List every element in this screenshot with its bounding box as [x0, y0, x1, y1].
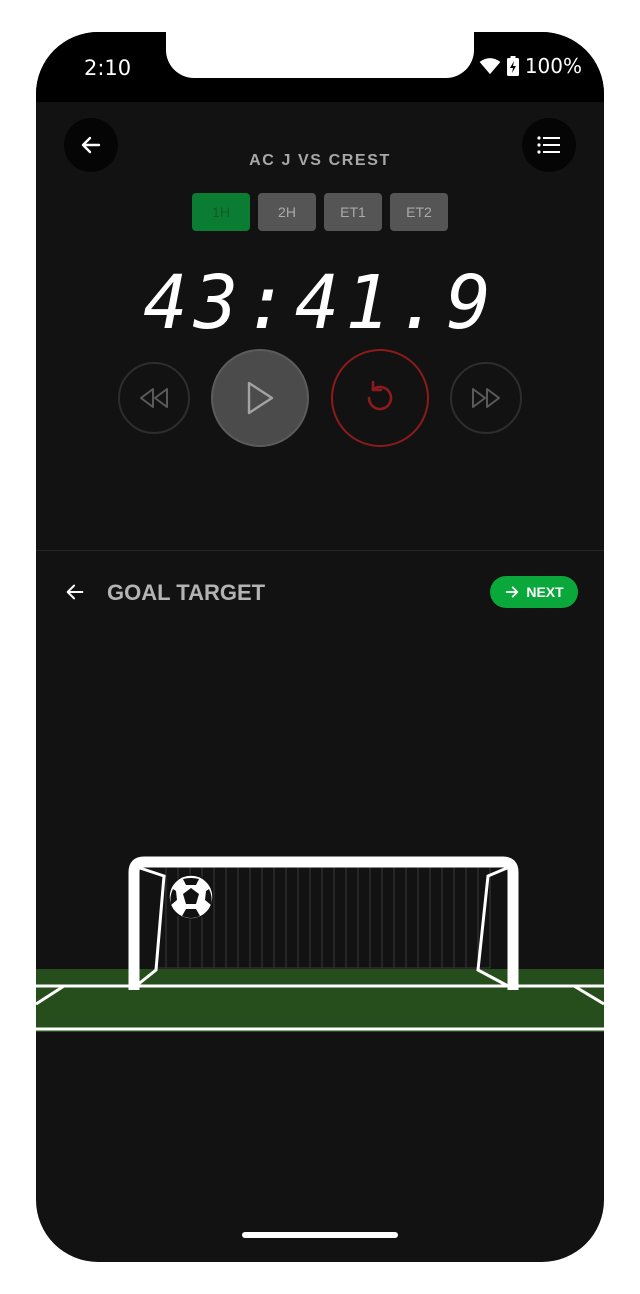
goal-target-area[interactable] — [36, 842, 604, 1032]
home-indicator[interactable] — [242, 1232, 398, 1238]
next-label: NEXT — [526, 584, 564, 600]
play-button[interactable] — [211, 349, 309, 447]
status-bar: 2:10 100% — [36, 32, 604, 102]
grass — [36, 969, 604, 1032]
match-title: AC J VS CREST — [249, 152, 391, 169]
battery-percent: 100% — [524, 54, 582, 78]
fast-forward-icon — [472, 388, 500, 408]
battery-icon — [506, 56, 519, 76]
tab-et2[interactable]: ET2 — [390, 193, 448, 231]
reset-icon — [367, 380, 393, 411]
rewind-button[interactable] — [118, 362, 190, 434]
arrow-right-icon — [506, 586, 519, 598]
match-clock: 43:41.9 — [143, 260, 497, 346]
reset-button[interactable] — [331, 349, 429, 447]
soccer-ball-icon[interactable] — [168, 874, 214, 920]
tab-2h[interactable]: 2H — [258, 193, 316, 231]
section-title: GOAL TARGET — [107, 580, 266, 605]
phone-screen: 2:10 100% AC J VS CREST 1H 2H ET1 ET2 43… — [36, 32, 604, 1262]
period-tabs: 1H 2H ET1 ET2 — [192, 193, 448, 231]
wifi-icon — [479, 58, 501, 75]
tab-et1[interactable]: ET1 — [324, 193, 382, 231]
system-icons: 100% — [479, 54, 582, 78]
divider — [36, 550, 604, 551]
section-header: GOAL TARGET NEXT — [36, 572, 604, 612]
fast-forward-button[interactable] — [450, 362, 522, 434]
rewind-icon — [140, 388, 168, 408]
tab-1h[interactable]: 1H — [192, 193, 250, 231]
play-icon — [247, 381, 274, 415]
section-back-icon[interactable] — [64, 581, 86, 603]
notch — [166, 32, 474, 78]
next-button[interactable]: NEXT — [490, 576, 578, 608]
status-time: 2:10 — [84, 56, 132, 80]
